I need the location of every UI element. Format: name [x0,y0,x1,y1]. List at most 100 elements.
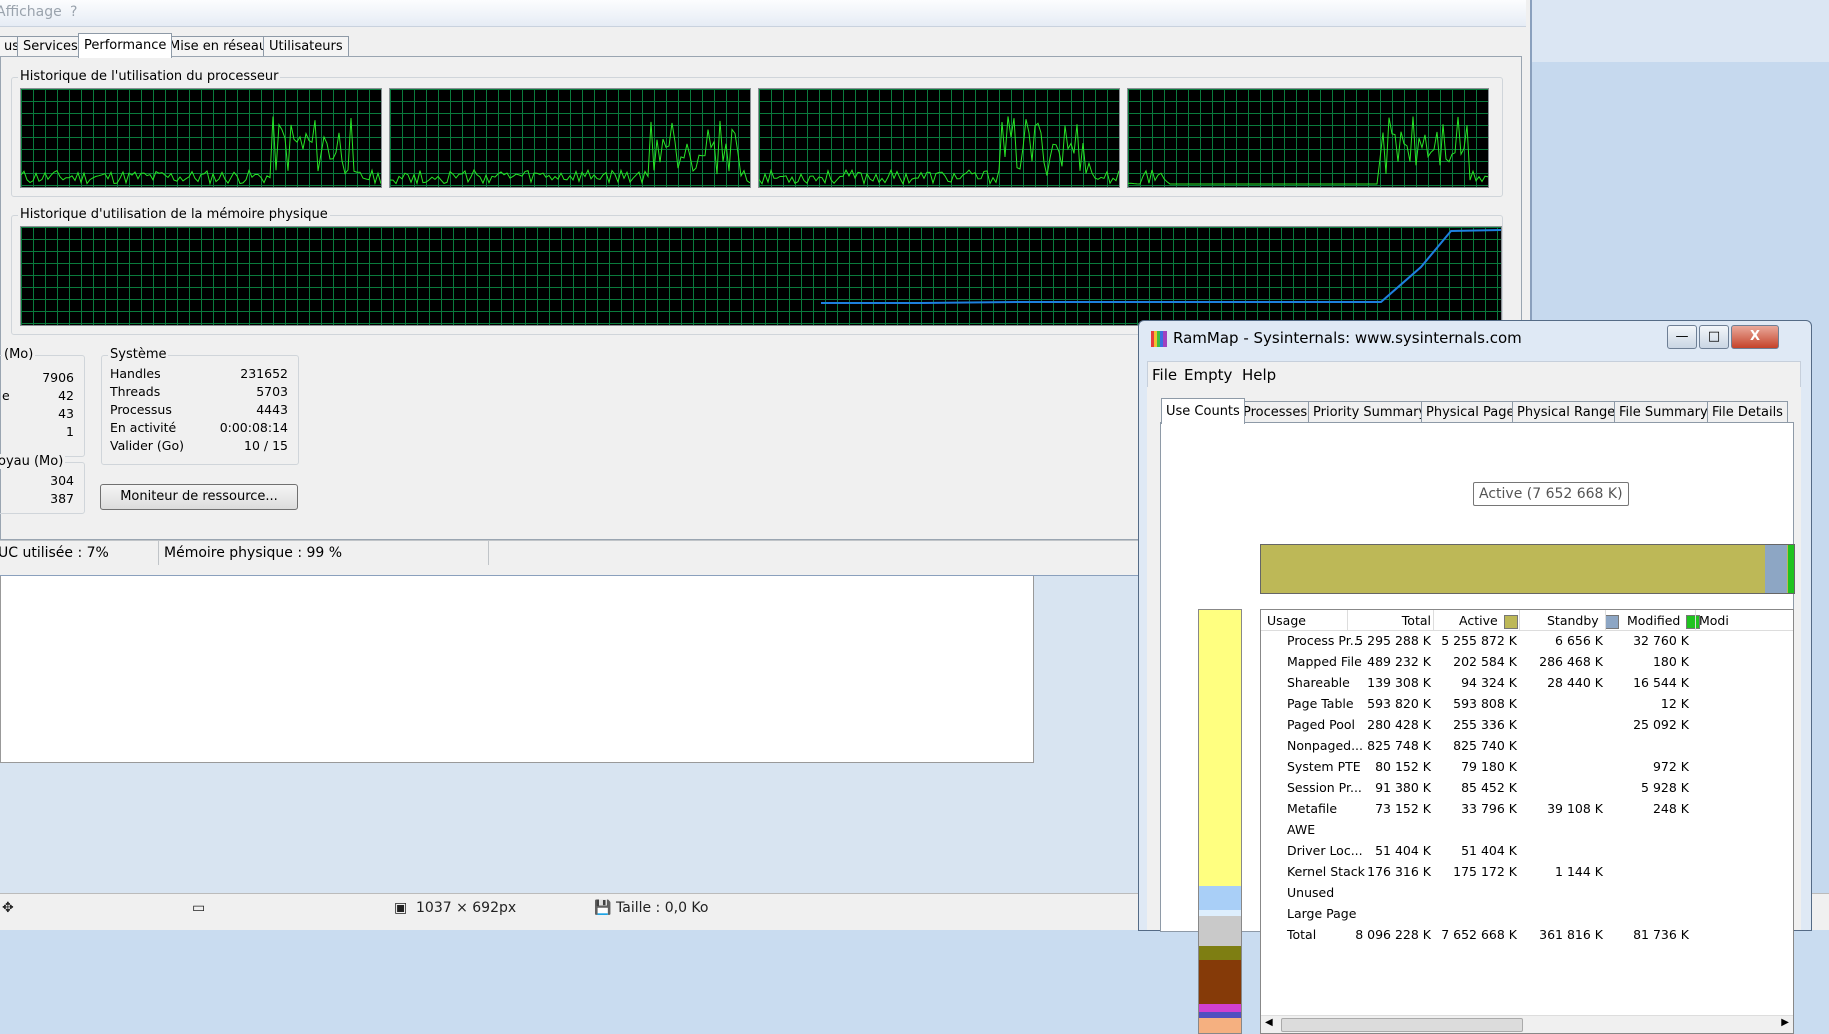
close-button[interactable]: X [1731,325,1779,349]
scroll-right-icon[interactable]: ▶ [1781,1017,1789,1028]
table-row[interactable]: Shareable 139 308 K 94 324 K 28 440 K 16 544… [1261,673,1793,694]
table-row[interactable]: Mapped File 489 232 K 202 584 K 286 468 K 18… [1261,652,1793,673]
tab-file-details[interactable]: File Details [1707,401,1788,423]
cell-modified: 16 544 K [1633,675,1689,690]
physical-memory-group: (Mo) 7906 e 42 43 1 [0,347,85,457]
memory-history-group: Historique d'utilisation de la mémoire p… [11,207,1503,335]
col-active[interactable]: Active [1459,613,1518,629]
modified-segment [1788,545,1794,593]
scroll-left-icon[interactable]: ◀ [1265,1017,1273,1028]
selection-icon: ▭ [192,900,206,916]
system-uptime-label: En activité [110,420,177,435]
table-row[interactable]: Session Pr... 91 380 K 85 452 K5 928 K [1261,778,1793,799]
vbar-segment [1199,946,1241,960]
tab-physical-pages[interactable]: Physical Pages [1421,401,1527,423]
header-divider [1695,610,1696,630]
tab-priority-summary[interactable]: Priority Summary [1308,401,1432,423]
memory-history-title: Historique d'utilisation de la mémoire p… [18,207,330,222]
col-modified[interactable]: Modified [1627,613,1701,629]
system-uptime-value: 0:00:08:14 [219,420,288,435]
table-row[interactable]: Unused [1261,883,1793,904]
tab-mise-en-reseau[interactable]: Mise en réseau [163,36,274,57]
cpu-graph-core-3 [758,88,1120,188]
cpu-history-group: Historique de l'utilisation du processeu… [11,69,1503,197]
table-row[interactable]: Page Table 593 820 K 593 808 K 12 K [1261,694,1793,715]
table-row[interactable]: Large Page [1261,904,1793,925]
menu-empty[interactable]: Empty [1184,366,1232,384]
standby-color-swatch [1604,614,1619,629]
cell-active: 33 796 K [1461,801,1517,816]
tab-performance[interactable]: Performance [78,33,173,58]
memory-summary-bar [1260,544,1795,594]
rammap-app-icon [1151,331,1167,347]
horizontal-scrollbar[interactable]: ◀ ▶ [1261,1015,1793,1033]
memory-graph [20,226,1502,326]
cell-modified: 180 K [1652,654,1689,669]
table-row[interactable]: Metafile 73 152 K 33 796 K 39 108 K 248 K [1261,799,1793,820]
table-row[interactable]: Kernel Stack 176 316 K 175 172 K1 144 K [1261,862,1793,883]
vbar-segment [1199,610,1241,886]
table-row[interactable]: Total 8 096 228 K 7 652 668 K 361 816 K 81 7… [1261,925,1793,946]
cpu-usage-line [759,116,1119,186]
cell-modified: 81 736 K [1633,927,1689,942]
system-threads-label: Threads [110,384,161,399]
status-divider [158,541,159,565]
table-row[interactable]: Process Pr... 5 295 288 K5 255 872 K6 656… [1261,631,1793,652]
scrollbar-thumb[interactable] [1281,1018,1523,1032]
table-row[interactable]: Paged Pool 280 428 K 255 336 K 25 092 K [1261,715,1793,736]
phys-mem-label: e [2,388,10,403]
cpu-usage-line [21,116,381,186]
cell-standby: 361 816 K [1539,927,1603,942]
menu-help[interactable]: Help [1242,366,1276,384]
cpu-usage-line [1128,116,1488,185]
physical-memory-title: (Mo) [2,347,36,362]
cell-active: 255 336 K [1453,717,1517,732]
cell-total: 80 152 K [1375,759,1431,774]
cell-total: 176 316 K [1367,864,1431,879]
col-total[interactable]: Total [1391,613,1431,628]
cpu-graph-core-4 [1127,88,1489,188]
cell-usage: Shareable [1287,675,1350,690]
system-commit-label: Valider (Go) [110,438,185,453]
cell-modified: 32 760 K [1633,633,1689,648]
image-dimensions: 1037 × 692px [416,900,517,916]
tab-utilisateurs[interactable]: Utilisateurs [263,36,349,57]
cell-modified: 5 928 K [1641,780,1689,795]
phys-mem-cache: 42 [58,388,74,403]
cell-total: 8 096 228 K [1355,927,1431,942]
table-row[interactable]: System PTE 80 152 K 79 180 K 972 K [1261,757,1793,778]
cell-active: 51 404 K [1461,843,1517,858]
col-usage[interactable]: Usage [1267,613,1306,628]
tab-file-summary[interactable]: File Summary [1614,401,1713,423]
active-tooltip: Active (7 652 668 K) [1473,482,1629,506]
maximize-button[interactable]: □ [1699,325,1729,349]
tab-processes[interactable]: Processes [1238,401,1313,423]
resource-monitor-button[interactable]: Moniteur de ressource... [100,484,298,510]
table-row[interactable]: AWE [1261,820,1793,841]
tab-services[interactable]: Services [17,36,84,57]
menu-affichage[interactable]: Affichage [0,4,62,20]
menu-help[interactable]: ? [70,4,77,20]
table-row[interactable]: Driver Loc... 51 404 K 51 404 K [1261,841,1793,862]
cell-total: 139 308 K [1367,675,1431,690]
col-standby[interactable]: Standby [1547,613,1619,629]
header-divider [1433,610,1434,630]
image-canvas[interactable] [0,575,1034,763]
phys-mem-available: 43 [58,406,74,421]
table-row[interactable]: Nonpaged... 825 748 K 825 740 K [1261,736,1793,757]
status-cpu-usage: UC utilisée : 7% [0,545,109,561]
menu-file[interactable]: File [1152,366,1177,384]
save-icon: 💾 [594,900,612,916]
minimize-button[interactable]: — [1667,325,1697,349]
cell-modified: 972 K [1652,759,1689,774]
col-active-label: Active [1459,613,1498,628]
memory-usage-line [821,229,1501,304]
cell-standby: 6 656 K [1555,633,1603,648]
use-counts-table[interactable]: Usage Total Active Standby Modified Modi… [1260,609,1794,1034]
cell-active: 5 255 872 K [1441,633,1517,648]
col-modified-no-write[interactable]: Modi [1699,613,1729,628]
move-icon: ✥ [2,900,14,916]
kernel-memory-title: oyau (Mo) [0,454,66,469]
tab-physical-ranges[interactable]: Physical Ranges [1512,401,1627,423]
tab-use-counts[interactable]: Use Counts [1161,398,1245,424]
